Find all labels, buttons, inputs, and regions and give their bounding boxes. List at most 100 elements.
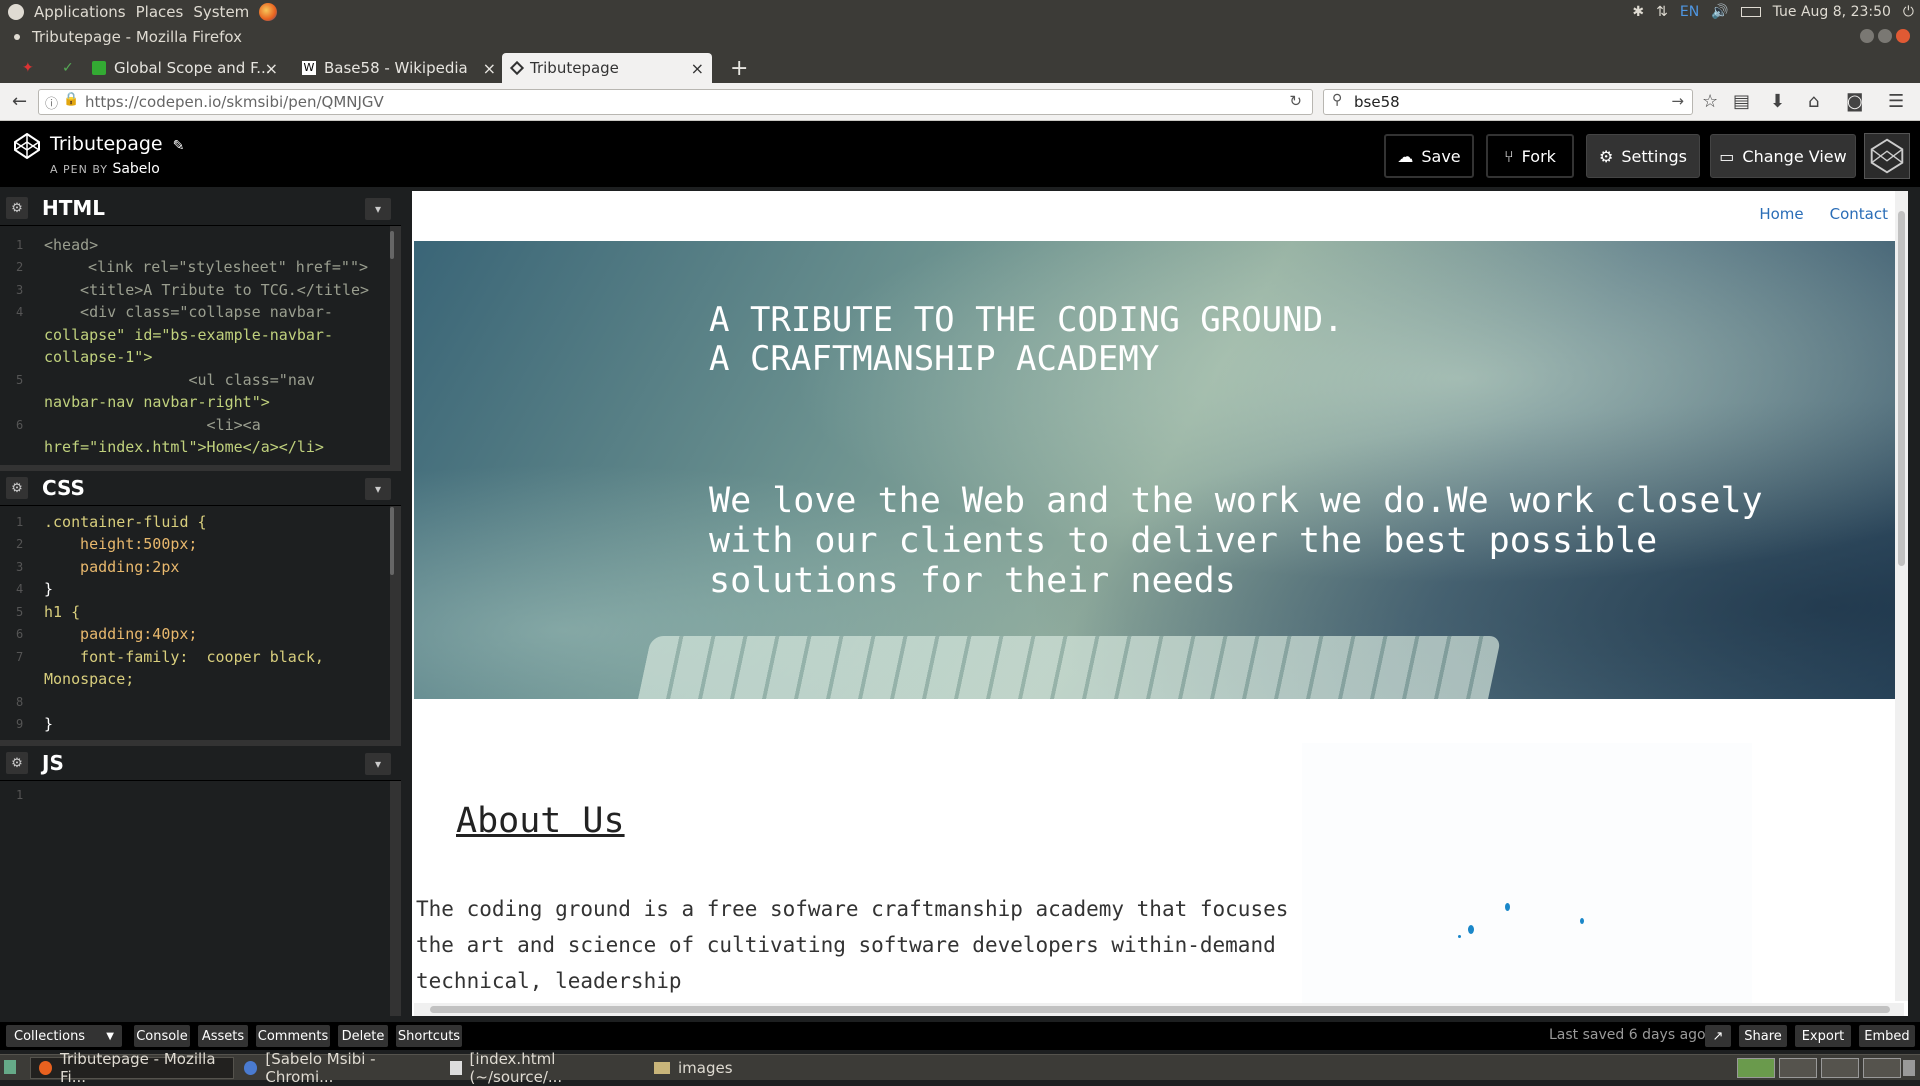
codepen-logo-icon[interactable] (14, 133, 40, 159)
workspace-switcher[interactable] (1863, 1058, 1901, 1078)
tab-pinned-1[interactable]: ✦ (12, 53, 40, 83)
html-editor-scrollbar[interactable] (390, 231, 394, 259)
comments-button[interactable]: Comments (256, 1025, 330, 1047)
open-external-icon[interactable]: ↗ (1705, 1025, 1731, 1047)
pocket-icon[interactable]: ◙ (1846, 92, 1863, 112)
html-settings-gear-icon[interactable]: ⚙ (6, 197, 28, 219)
downloads-icon[interactable]: ⬇ (1770, 92, 1785, 112)
chevron-down-icon[interactable]: ▾ (365, 478, 391, 500)
preview-vertical-scrollbar[interactable] (1895, 191, 1908, 1001)
scroll-thumb[interactable] (1898, 211, 1905, 566)
close-window-button[interactable] (1896, 29, 1910, 43)
pen-title[interactable]: Tributepage ✎ (50, 133, 184, 155)
chevron-down-icon[interactable]: ▾ (365, 753, 391, 775)
taskbar-item-chromium[interactable]: [Sabelo Msibi - Chromi... (244, 1050, 440, 1086)
user-avatar[interactable] (1864, 133, 1910, 179)
firefox-launcher-icon[interactable] (259, 2, 278, 21)
avatar-logo-icon (1870, 138, 1904, 174)
volume-icon[interactable]: 🔊 (1711, 4, 1728, 20)
info-icon[interactable]: ⓘ (45, 93, 58, 112)
code-line: navbar-nav navbar-right"> (44, 393, 270, 411)
close-tab-icon[interactable]: × (265, 59, 278, 78)
back-arrow-icon[interactable]: ← (12, 92, 27, 112)
scroll-thumb[interactable] (430, 1006, 1890, 1013)
trash-icon[interactable] (1903, 1060, 1915, 1076)
taskbar-label: [Sabelo Msibi - Chromi... (265, 1050, 376, 1086)
hamburger-menu-icon[interactable]: ☰ (1888, 92, 1904, 112)
nav-home-link[interactable]: Home (1759, 205, 1803, 223)
fork-label: Fork (1521, 146, 1556, 166)
nav-contact-link[interactable]: Contact (1830, 205, 1888, 223)
taskbar-item-editor[interactable]: [index.html (~/source/... (450, 1050, 646, 1086)
tab-global-scope[interactable]: Global Scope and F... × (82, 53, 286, 83)
home-icon[interactable]: ⌂ (1808, 92, 1819, 112)
bluetooth-icon[interactable]: ✱ (1632, 4, 1644, 20)
collections-dropdown[interactable]: Collections ▼ (6, 1025, 122, 1047)
tab-pinned-2[interactable]: ✓ (52, 53, 80, 83)
search-bar[interactable]: ⚲ bse58 → (1323, 89, 1693, 115)
tab-base58-wikipedia[interactable]: W Base58 - Wikipedia × (292, 53, 504, 83)
html-code-area[interactable]: 1 2 3 4 5 6 <head> <link rel="stylesheet… (0, 234, 401, 464)
html-editor-header[interactable]: ⚙ HTML ▾ (0, 191, 401, 226)
tab-label: Tributepage (530, 59, 619, 77)
js-settings-gear-icon[interactable]: ⚙ (6, 752, 28, 774)
network-icon[interactable]: ⇅ (1656, 4, 1668, 20)
share-label: Share (1744, 1028, 1782, 1044)
edit-pencil-icon[interactable]: ✎ (173, 138, 185, 154)
about-us-heading: About Us (456, 801, 625, 841)
minimize-button[interactable] (1860, 29, 1874, 43)
maximize-button[interactable] (1878, 29, 1892, 43)
os-taskbar: Tributepage - Mozilla Fi... [Sabelo Msib… (0, 1050, 1920, 1086)
workspace-switcher[interactable] (1821, 1058, 1859, 1078)
line-number: 2 (16, 537, 24, 551)
chevron-down-icon[interactable]: ▾ (365, 198, 391, 220)
export-button[interactable]: Export (1795, 1025, 1851, 1047)
shortcuts-button[interactable]: Shortcuts (396, 1025, 462, 1047)
preview-horizontal-scrollbar[interactable] (414, 1003, 1904, 1016)
line-number: 5 (16, 373, 24, 387)
fork-button[interactable]: ⑂ Fork (1486, 134, 1574, 178)
assets-button[interactable]: Assets (198, 1025, 248, 1047)
change-view-button[interactable]: ▭ Change View (1710, 134, 1856, 178)
reload-icon[interactable]: ↻ (1289, 92, 1302, 110)
battery-icon[interactable] (1740, 6, 1761, 17)
tab-tributepage[interactable]: Tributepage × (502, 53, 712, 83)
show-desktop-icon[interactable] (4, 1060, 16, 1074)
author-link[interactable]: Sabelo (112, 161, 159, 177)
delete-button[interactable]: Delete (338, 1025, 388, 1047)
bookmarks-library-icon[interactable]: ▤ (1733, 92, 1750, 112)
places-menu[interactable]: Places (136, 3, 184, 21)
url-text[interactable]: https://codepen.io/skmsibi/pen/QMNJGV (85, 93, 384, 111)
applications-menu[interactable]: Applications (34, 3, 126, 21)
bookmark-star-icon[interactable]: ☆ (1702, 92, 1718, 112)
console-button[interactable]: Console (134, 1025, 190, 1047)
settings-button[interactable]: ⚙ Settings (1586, 134, 1700, 178)
js-code-area[interactable]: 1 (0, 784, 401, 1014)
keyboard-language-indicator[interactable]: EN (1680, 4, 1699, 20)
css-code-area[interactable]: 1 2 3 4 5 6 7 8 9 .container-fluid { hei… (0, 511, 401, 733)
pen-title-text[interactable]: Tributepage (50, 133, 163, 155)
workspace-switcher[interactable] (1779, 1058, 1817, 1078)
css-editor-scrollbar[interactable] (390, 507, 394, 575)
css-editor-header[interactable]: ⚙ CSS ▾ (0, 471, 401, 506)
collections-label: Collections (14, 1028, 86, 1044)
workspace-switcher[interactable] (1737, 1058, 1775, 1078)
close-tab-icon[interactable]: × (483, 59, 496, 78)
power-icon[interactable]: ⏻ (1903, 4, 1914, 20)
clock[interactable]: Tue Aug 8, 23:50 (1773, 4, 1891, 20)
new-tab-button[interactable]: + (720, 53, 750, 83)
embed-button[interactable]: Embed (1859, 1025, 1915, 1047)
system-menu-item[interactable]: System (193, 3, 249, 21)
save-button[interactable]: ☁ Save (1384, 134, 1474, 178)
taskbar-item-images-folder[interactable]: images (654, 1057, 774, 1079)
taskbar-item-firefox[interactable]: Tributepage - Mozilla Fi... (30, 1050, 234, 1086)
share-button[interactable]: Share (1739, 1025, 1787, 1047)
js-editor-header[interactable]: ⚙ JS ▾ (0, 746, 401, 781)
url-bar[interactable]: ⓘ 🔒 https://codepen.io/skmsibi/pen/QMNJG… (38, 89, 1313, 115)
close-tab-icon[interactable]: × (691, 59, 704, 78)
css-settings-gear-icon[interactable]: ⚙ (6, 477, 28, 499)
ubuntu-logo-icon[interactable] (8, 3, 24, 20)
search-go-icon[interactable]: → (1671, 92, 1684, 110)
line-number: 2 (16, 260, 24, 274)
search-text[interactable]: bse58 (1354, 93, 1400, 111)
